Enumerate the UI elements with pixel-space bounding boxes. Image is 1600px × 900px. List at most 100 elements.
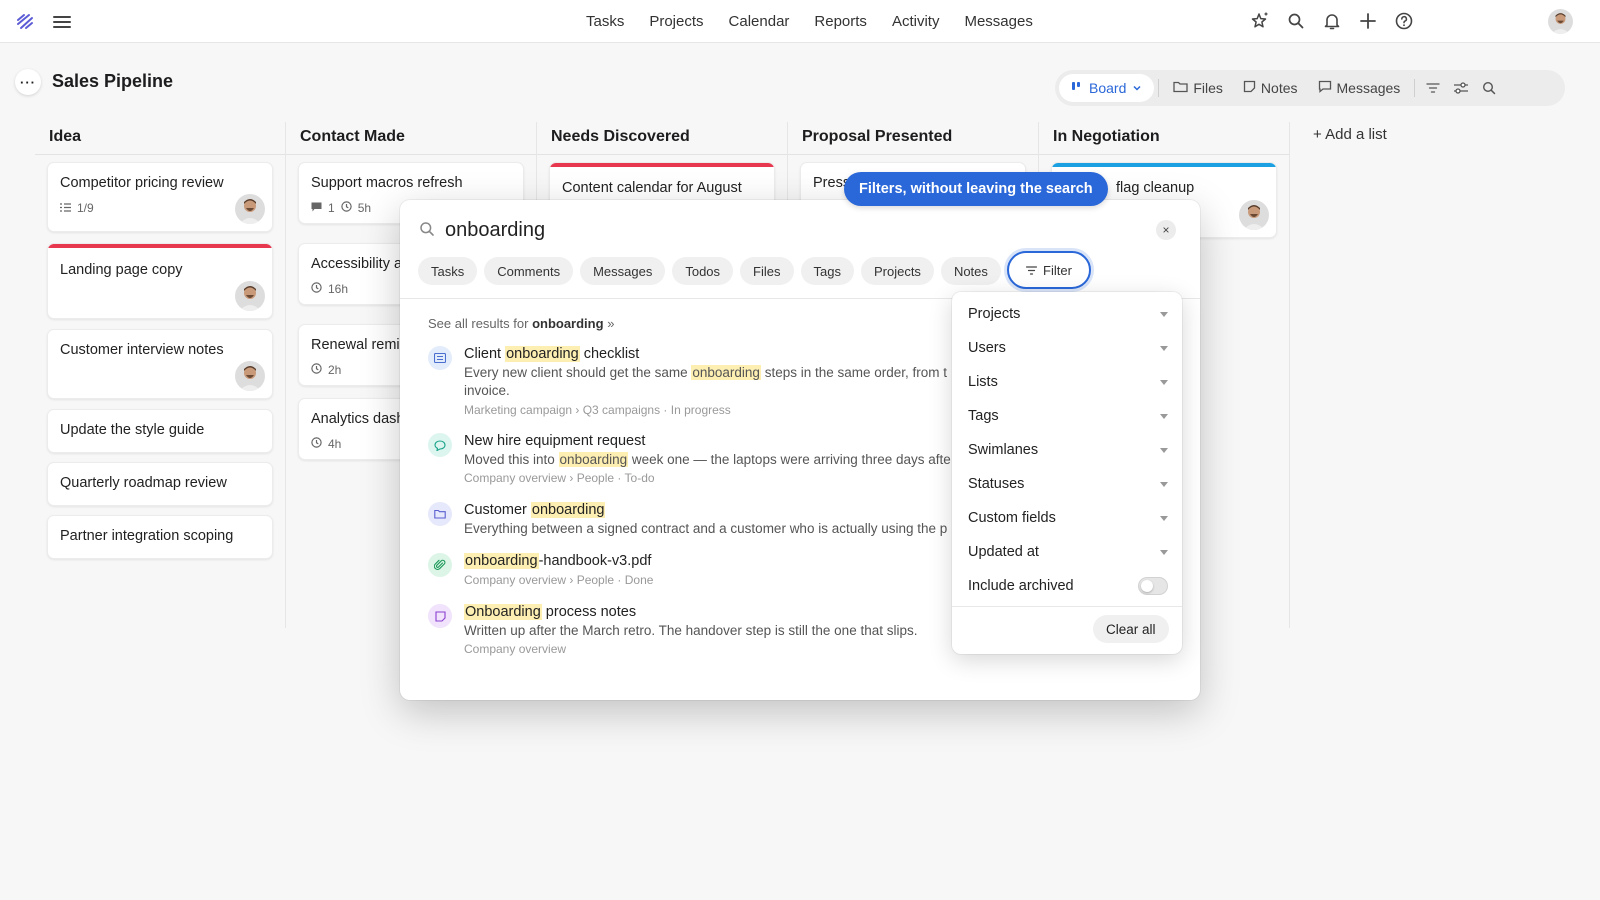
bell-icon[interactable] — [1322, 11, 1342, 31]
board-icon — [1071, 80, 1083, 96]
caret-down-icon — [1160, 481, 1168, 487]
time-estimate: 16h — [328, 282, 349, 296]
filter-row-label: Tags — [968, 408, 999, 424]
card[interactable]: Landing page copy — [47, 243, 273, 319]
see-all-prefix: See all results for — [428, 316, 529, 331]
filter-label: Filter — [1043, 262, 1072, 278]
column-title: Proposal Presented — [802, 128, 953, 145]
result-snippet: Written up after the March retro. The ha… — [464, 623, 918, 638]
nav-activity[interactable]: Activity — [892, 13, 940, 30]
card-meta: 2h — [311, 363, 341, 377]
filter-custom-fields[interactable]: Custom fields — [968, 506, 1168, 530]
folder-icon — [428, 502, 452, 526]
board-view-button[interactable]: Board — [1059, 74, 1155, 102]
card[interactable]: Quarterly roadmap review — [47, 462, 273, 506]
card-title: Analytics dash — [311, 411, 405, 427]
filter-statuses[interactable]: Statuses — [968, 472, 1168, 496]
plus-icon[interactable] — [1358, 11, 1378, 31]
nav-reports[interactable]: Reports — [814, 13, 867, 30]
assignee-avatar — [235, 361, 265, 391]
nav-messages[interactable]: Messages — [964, 13, 1032, 30]
card[interactable]: Update the style guide — [47, 409, 273, 453]
notes-view-button[interactable]: Notes — [1233, 74, 1308, 102]
nav-calendar[interactable]: Calendar — [729, 13, 790, 30]
card[interactable]: Partner integration scoping — [47, 515, 273, 559]
filter-updated-at[interactable]: Updated at — [968, 540, 1168, 564]
column-header-line — [35, 154, 1289, 155]
clock-icon — [311, 282, 322, 296]
search-result[interactable]: Customer onboarding Everything between a… — [428, 502, 988, 538]
filter-row-label: Projects — [968, 306, 1021, 322]
result-snippet: Moved this into onboarding week one — th… — [464, 452, 951, 467]
filter-row-label: Users — [968, 340, 1006, 356]
sparkle-star-icon[interactable] — [1250, 11, 1270, 31]
chip-messages[interactable]: Messages — [580, 257, 666, 285]
column-title: Idea — [49, 128, 82, 145]
search-icon[interactable] — [1286, 11, 1306, 31]
include-archived-toggle[interactable] — [1138, 577, 1168, 595]
card[interactable]: Competitor pricing review 1/9 — [47, 162, 273, 232]
card-title: flag cleanup — [1116, 180, 1195, 196]
nav-tasks[interactable]: Tasks — [586, 13, 624, 30]
result-title: New hire equipment request — [464, 433, 646, 449]
chip-projects[interactable]: Projects — [860, 257, 934, 285]
chip-tasks[interactable]: Tasks — [418, 257, 478, 285]
messages-view-button[interactable]: Messages — [1308, 74, 1411, 102]
nav-projects[interactable]: Projects — [649, 13, 703, 30]
filter-hint-tooltip: Filters, without leaving the search — [844, 172, 1108, 206]
filter-lists[interactable]: Lists — [968, 370, 1168, 394]
clear-search-button[interactable]: × — [1156, 220, 1176, 240]
chip-comments[interactable]: Comments — [484, 257, 574, 285]
chip-tags[interactable]: Tags — [800, 257, 854, 285]
search-result[interactable]: onboarding-handbook-v3.pdf Company overv… — [428, 553, 988, 589]
search-result[interactable]: New hire equipment request Moved this in… — [428, 433, 988, 485]
filter-swimlanes[interactable]: Swimlanes — [968, 438, 1168, 462]
column-needs-discovered: Needs Discovered — [537, 116, 783, 154]
result-path: Company overview › People · To-do — [464, 471, 655, 485]
swimlane-settings-icon[interactable] — [1447, 74, 1475, 102]
help-icon[interactable] — [1394, 11, 1414, 31]
hamburger-menu-icon[interactable] — [52, 13, 72, 31]
search-result[interactable]: Onboarding process notes Written up afte… — [428, 604, 988, 656]
message-icon — [1318, 80, 1332, 96]
search-result[interactable]: Client onboarding checklist Every new cl… — [428, 346, 988, 417]
project-more-button[interactable]: ··· — [15, 69, 41, 95]
files-view-button[interactable]: Files — [1163, 74, 1233, 102]
time-estimate: 4h — [328, 437, 342, 451]
board-search-icon[interactable] — [1475, 74, 1503, 102]
clock-icon — [311, 437, 322, 451]
filter-projects[interactable]: Projects — [968, 302, 1168, 326]
divider — [1414, 79, 1416, 97]
caret-down-icon — [1160, 345, 1168, 351]
filter-icon[interactable] — [1419, 74, 1447, 102]
filter-tags[interactable]: Tags — [968, 404, 1168, 428]
filter-users[interactable]: Users — [968, 336, 1168, 360]
caret-down-icon — [1160, 447, 1168, 453]
filter-button[interactable]: Filter — [1007, 251, 1091, 289]
filter-row-label: Custom fields — [968, 510, 1056, 526]
result-title: Customer onboarding — [464, 502, 606, 518]
chip-files[interactable]: Files — [740, 257, 794, 285]
assignee-avatar — [235, 281, 265, 311]
card[interactable]: Customer interview notes — [47, 329, 273, 399]
chip-todos[interactable]: Todos — [672, 257, 734, 285]
comment-count: 1 — [328, 201, 335, 215]
card-color-band — [550, 163, 774, 167]
column-divider — [285, 122, 286, 628]
card-meta: 16h — [311, 282, 348, 296]
result-title: Client onboarding checklist — [464, 346, 640, 362]
result-path: Company overview › People · Done — [464, 573, 654, 587]
app-logo-icon[interactable] — [15, 12, 35, 32]
column-title: Needs Discovered — [551, 128, 690, 145]
chip-notes[interactable]: Notes — [940, 257, 1001, 285]
user-avatar[interactable] — [1548, 9, 1573, 34]
clear-all-button[interactable]: Clear all — [1093, 615, 1169, 643]
card-color-band — [48, 244, 272, 248]
search-input[interactable] — [445, 214, 1085, 246]
see-all-results-link[interactable]: See all results for onboarding » — [428, 316, 614, 331]
search-type-chips: Tasks Comments Messages Todos Files Tags… — [418, 257, 1001, 285]
result-path: Marketing campaign › Q3 campaigns · In p… — [464, 403, 731, 417]
plus-icon: + — [1313, 126, 1322, 143]
add-list-button[interactable]: + Add a list — [1313, 126, 1387, 143]
note-icon — [1243, 80, 1256, 96]
